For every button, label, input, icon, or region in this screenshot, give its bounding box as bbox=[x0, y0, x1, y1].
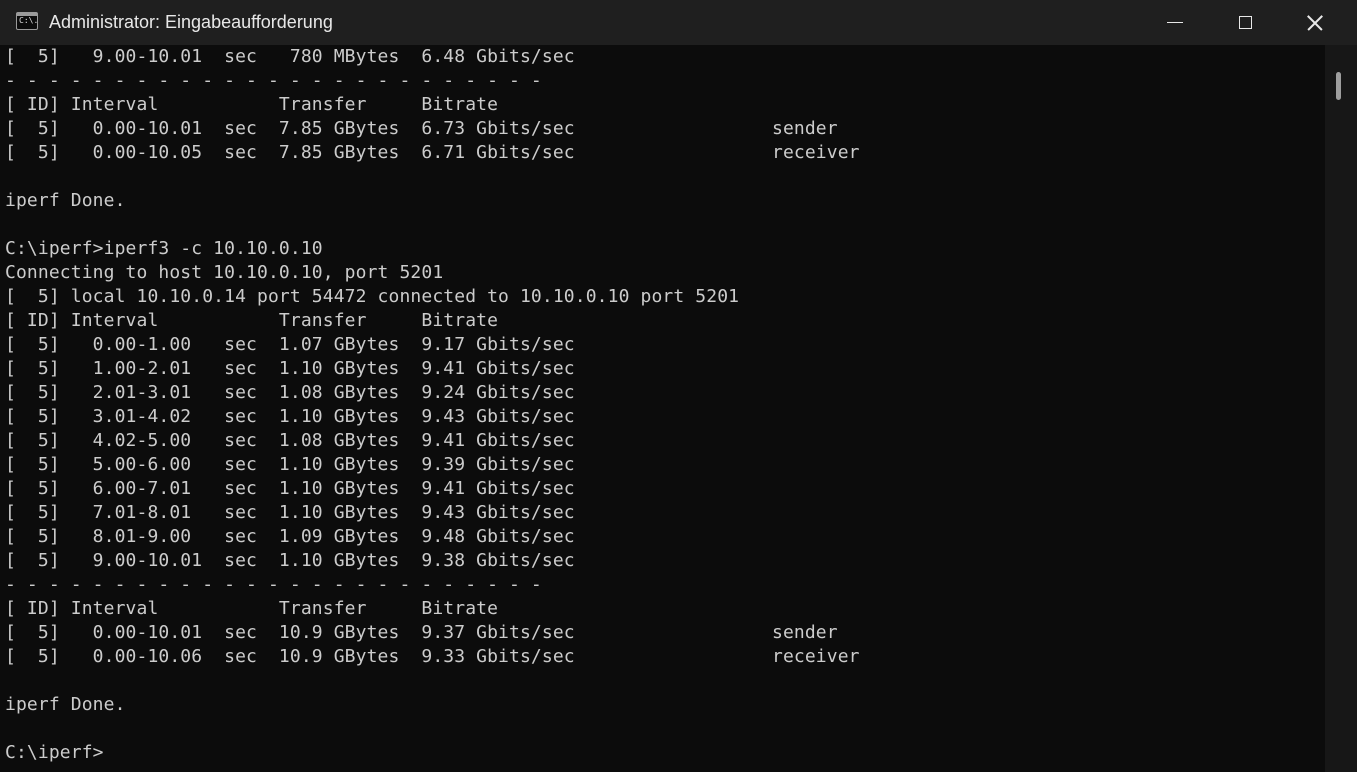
console-line: - - - - - - - - - - - - - - - - - - - - … bbox=[5, 574, 542, 595]
console-line: [ 5] 3.01-4.02 sec 1.10 GBytes 9.43 Gbit… bbox=[5, 406, 575, 427]
console-output[interactable]: [ 5] 9.00-10.01 sec 780 MBytes 6.48 Gbit… bbox=[0, 45, 1325, 772]
console-line: C:\iperf> bbox=[5, 742, 104, 763]
console-line: [ ID] Interval Transfer Bitrate bbox=[5, 94, 499, 115]
console-line: iperf Done. bbox=[5, 190, 126, 211]
minimize-icon bbox=[1167, 22, 1183, 23]
close-icon bbox=[1306, 14, 1324, 32]
scrollbar-thumb[interactable] bbox=[1336, 72, 1341, 100]
console-line: - - - - - - - - - - - - - - - - - - - - … bbox=[5, 70, 542, 91]
console-line: [ 5] 4.02-5.00 sec 1.08 GBytes 9.41 Gbit… bbox=[5, 430, 575, 451]
console-line: [ 5] 0.00-10.05 sec 7.85 GBytes 6.71 Gbi… bbox=[5, 142, 860, 163]
title-bar[interactable]: C:\. Administrator: Eingabeaufforderung bbox=[0, 0, 1357, 45]
console-line: [ 5] local 10.10.0.14 port 54472 connect… bbox=[5, 286, 740, 307]
vertical-scrollbar[interactable] bbox=[1325, 45, 1357, 772]
console-line: [ 5] 8.01-9.00 sec 1.09 GBytes 9.48 Gbit… bbox=[5, 526, 575, 547]
maximize-button[interactable] bbox=[1210, 0, 1280, 45]
console-line: [ 5] 0.00-10.06 sec 10.9 GBytes 9.33 Gbi… bbox=[5, 646, 860, 667]
console-line: [ 5] 0.00-10.01 sec 7.85 GBytes 6.73 Gbi… bbox=[5, 118, 838, 139]
command-prompt-window: C:\. Administrator: Eingabeaufforderung … bbox=[0, 0, 1357, 772]
console-line: [ 5] 5.00-6.00 sec 1.10 GBytes 9.39 Gbit… bbox=[5, 454, 575, 475]
window-title: Administrator: Eingabeaufforderung bbox=[49, 12, 333, 32]
console-line: iperf Done. bbox=[5, 694, 126, 715]
console-line: [ 5] 0.00-10.01 sec 10.9 GBytes 9.37 Gbi… bbox=[5, 622, 838, 643]
console-line: [ 5] 0.00-1.00 sec 1.07 GBytes 9.17 Gbit… bbox=[5, 334, 575, 355]
close-button[interactable] bbox=[1280, 0, 1350, 45]
console-line: [ 5] 7.01-8.01 sec 1.10 GBytes 9.43 Gbit… bbox=[5, 502, 575, 523]
console-line: C:\iperf>iperf3 -c 10.10.0.10 bbox=[5, 238, 323, 259]
console-line: [ ID] Interval Transfer Bitrate bbox=[5, 598, 499, 619]
command-prompt-icon[interactable]: C:\. bbox=[16, 12, 38, 30]
console-line: [ 5] 2.01-3.01 sec 1.08 GBytes 9.24 Gbit… bbox=[5, 382, 575, 403]
console-line: Connecting to host 10.10.0.10, port 5201 bbox=[5, 262, 444, 283]
console-line: [ 5] 1.00-2.01 sec 1.10 GBytes 9.41 Gbit… bbox=[5, 358, 575, 379]
console-line: [ 5] 9.00-10.01 sec 1.10 GBytes 9.38 Gbi… bbox=[5, 550, 575, 571]
minimize-button[interactable] bbox=[1140, 0, 1210, 45]
console-line: [ 5] 6.00-7.01 sec 1.10 GBytes 9.41 Gbit… bbox=[5, 478, 575, 499]
maximize-icon bbox=[1238, 16, 1252, 29]
console-line: [ ID] Interval Transfer Bitrate bbox=[5, 310, 499, 331]
app-icon-label: C:\. bbox=[19, 16, 39, 25]
console-line: [ 5] 9.00-10.01 sec 780 MBytes 6.48 Gbit… bbox=[5, 46, 575, 67]
